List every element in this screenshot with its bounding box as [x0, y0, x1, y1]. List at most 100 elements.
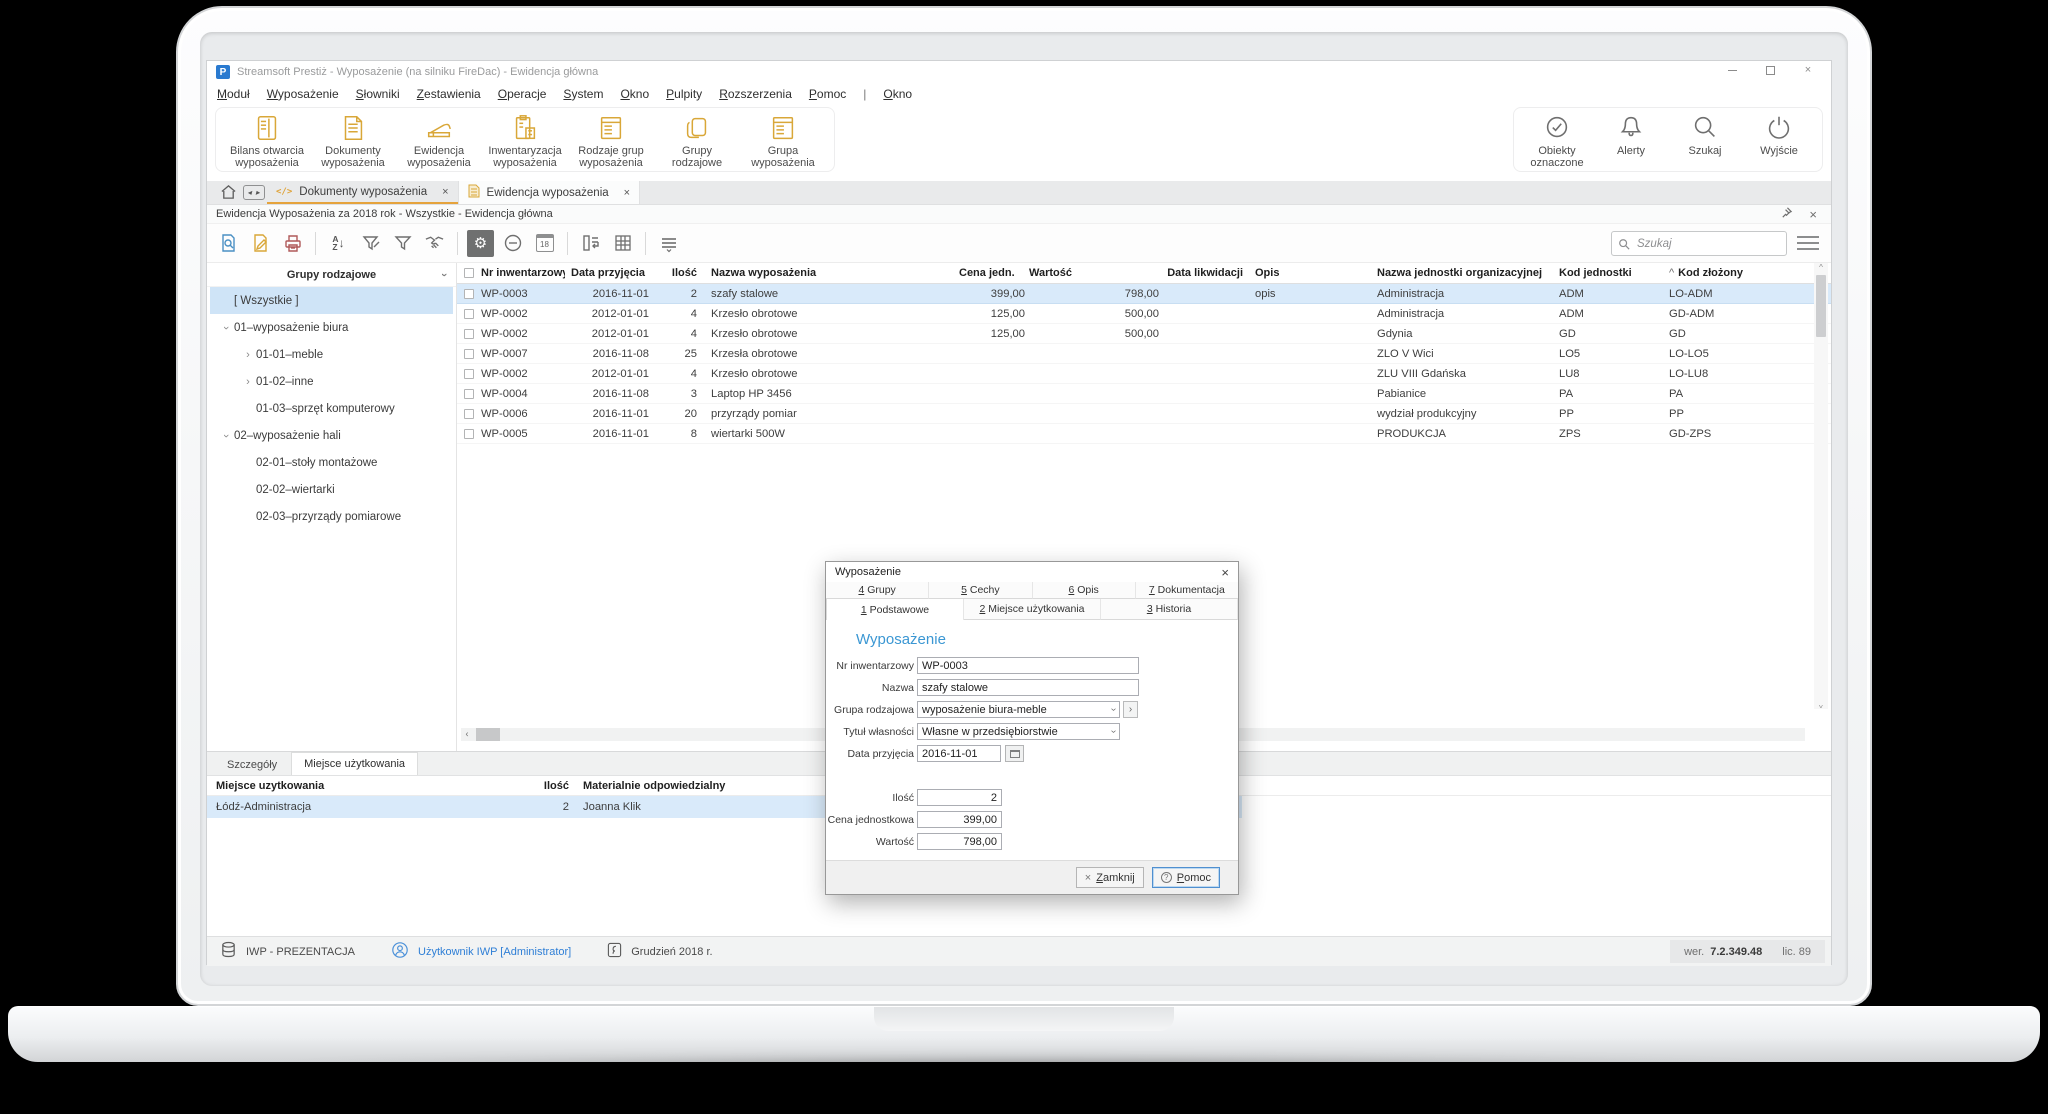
dialog-tab-historia[interactable]: 3 Historia: [1101, 599, 1238, 620]
nazwa-field[interactable]: [917, 679, 1139, 696]
column-header[interactable]: Cena jedn.: [959, 267, 1029, 279]
ribbon-button-dokumenty[interactable]: Dokumenty wyposażenia: [310, 112, 396, 169]
tree-item[interactable]: 01-03–sprzęt komputerowy: [210, 395, 453, 422]
column-header[interactable]: Wartość: [1029, 267, 1167, 279]
tree-expand-icon[interactable]: ›: [240, 376, 256, 388]
calendar-button[interactable]: 18: [531, 230, 558, 257]
ribbon-button-wyjscie[interactable]: Wyjście: [1744, 112, 1814, 157]
table-row[interactable]: WP-0002 2012-01-01 4 Krzesło obrotowe 125,00…: [457, 324, 1831, 344]
ribbon-button-ewidencja[interactable]: Ewidencja wyposażenia: [396, 112, 482, 169]
dialog-tab-miejsce-uzytkowania[interactable]: 2 Miejsce użytkowania: [964, 599, 1101, 620]
menu-item[interactable]: Operacje: [498, 87, 547, 101]
table-row[interactable]: WP-0003 2016-11-01 2 szafy stalowe 399,00 798…: [457, 284, 1831, 304]
handshake-button[interactable]: [421, 230, 448, 257]
tab-ewidencja-wyposazenia[interactable]: Ewidencja wyposażenia ×: [457, 180, 641, 204]
tab-scroll-button[interactable]: ◂ ▸: [241, 182, 267, 202]
tree-item[interactable]: [ Wszystkie ]: [210, 287, 453, 314]
current-user-link[interactable]: Użytkownik IWP [Administrator]: [418, 946, 571, 958]
menu-item[interactable]: Pulpity: [666, 87, 702, 101]
aggregate-button[interactable]: [655, 230, 682, 257]
scroll-left-icon[interactable]: ›: [461, 730, 473, 740]
menu-item[interactable]: Moduł: [217, 87, 250, 101]
ilosc-field[interactable]: [917, 789, 1002, 806]
tree-expand-icon[interactable]: ›: [220, 320, 232, 336]
ribbon-button-alerty[interactable]: Alerty: [1596, 112, 1666, 157]
tree-item[interactable]: › 01-01–meble: [210, 341, 453, 368]
grid-view-button[interactable]: [609, 230, 636, 257]
data-przyjecia-field[interactable]: [917, 745, 1001, 762]
tree-panel-header[interactable]: Grupy rodzajowe ›: [207, 263, 456, 287]
chevron-down-icon[interactable]: ›: [438, 273, 450, 277]
dialog-tab-grupy[interactable]: 4 Grupy: [826, 582, 930, 599]
column-header[interactable]: Ilość: [529, 780, 569, 792]
tab-dokumenty-wyposazenia[interactable]: </> Dokumenty wyposażenia ×: [267, 182, 458, 204]
row-checkbox[interactable]: [464, 388, 474, 399]
row-checkbox[interactable]: [464, 308, 474, 319]
view-options-button[interactable]: [1797, 234, 1819, 252]
tree-item[interactable]: 02-03–przyrządy pomiarowe: [210, 503, 453, 530]
calendar-picker-button[interactable]: [1005, 745, 1024, 762]
column-header[interactable]: ^ Kod złożony: [1669, 267, 1808, 279]
tree-expand-icon[interactable]: ›: [240, 349, 256, 361]
column-header[interactable]: Data likwidacji: [1167, 267, 1249, 279]
column-header[interactable]: Materialnie odpowiedzialny: [569, 780, 869, 792]
nr-inwentarzowy-field[interactable]: [917, 657, 1139, 674]
row-checkbox[interactable]: [464, 408, 474, 419]
row-checkbox[interactable]: [464, 288, 474, 299]
row-checkbox[interactable]: [464, 368, 474, 379]
menu-item[interactable]: Słowniki: [356, 87, 400, 101]
ribbon-button-grupa-wyposazenia[interactable]: Grupa wyposażenia: [740, 112, 826, 169]
menu-item[interactable]: Okno: [620, 87, 649, 101]
menu-item[interactable]: Wyposażenie: [267, 87, 339, 101]
column-layout-button[interactable]: [577, 230, 604, 257]
tab-miejsce-uzytkowania[interactable]: Miejsce użytkowania: [291, 752, 419, 775]
table-row[interactable]: WP-0002 2012-01-01 4 Krzesło obrotowe 125,00…: [457, 304, 1831, 324]
scroll-down-icon[interactable]: ^: [1819, 700, 1823, 709]
dialog-tab-dokumentacja[interactable]: 7 Dokumentacja: [1135, 582, 1238, 599]
maximize-button[interactable]: [1763, 63, 1777, 77]
tab-close-icon[interactable]: ×: [442, 186, 448, 198]
column-header[interactable]: Miejsce uzytkowania: [207, 780, 529, 792]
menu-item[interactable]: Okno: [883, 87, 912, 101]
table-row[interactable]: WP-0002 2012-01-01 4 Krzesło obrotowe ZLU VI…: [457, 364, 1831, 384]
table-row[interactable]: WP-0005 2016-11-01 8 wiertarki 500W PRODUKCJ…: [457, 424, 1831, 444]
close-panel-icon[interactable]: ×: [1809, 207, 1817, 222]
ribbon-button-rodzaje-grup[interactable]: Rodzaje grup wyposażenia: [568, 112, 654, 169]
sort-button[interactable]: AZ ↓: [325, 230, 352, 257]
column-header[interactable]: Kod jednostki: [1559, 267, 1669, 279]
vertical-scrollbar[interactable]: ^ ^: [1814, 263, 1828, 709]
search-input[interactable]: [1635, 236, 1765, 251]
remove-button[interactable]: [499, 230, 526, 257]
tree-item[interactable]: › 02–wyposażenie hali: [210, 422, 453, 449]
menu-item[interactable]: Zestawienia: [417, 87, 481, 101]
column-header[interactable]: Nazwa wyposażenia: [699, 267, 959, 279]
tree-expand-icon[interactable]: ›: [220, 428, 232, 444]
wartosc-field[interactable]: [917, 833, 1002, 850]
edit-document-button[interactable]: [247, 230, 274, 257]
dialog-tab-cechy[interactable]: 5 Cechy: [929, 582, 1033, 599]
ribbon-button-szukaj[interactable]: Szukaj: [1670, 112, 1740, 157]
column-header[interactable]: Opis: [1249, 267, 1377, 279]
row-checkbox[interactable]: [464, 328, 474, 339]
menu-item[interactable]: Pomoc: [809, 87, 846, 101]
scroll-up-icon[interactable]: ^: [1819, 263, 1823, 272]
menu-item[interactable]: System: [563, 87, 603, 101]
column-header[interactable]: Nazwa jednostki organizacyjnej: [1377, 267, 1559, 279]
table-row[interactable]: WP-0006 2016-11-01 20 przyrządy pomiar wydzi…: [457, 404, 1831, 424]
tab-close-icon[interactable]: ×: [624, 187, 630, 199]
tree-item[interactable]: › 01–wyposażenie biura: [210, 314, 453, 341]
column-header[interactable]: Data przyjęcia: [565, 267, 659, 279]
tree-item[interactable]: 02-02–wiertarki: [210, 476, 453, 503]
ribbon-button-grupy-rodzajowe[interactable]: Grupy rodzajowe: [654, 112, 740, 169]
settings-button[interactable]: ⚙: [467, 229, 494, 257]
column-header[interactable]: Ilość: [659, 267, 699, 279]
dialog-tab-podstawowe[interactable]: 1 Podstawowe: [826, 599, 964, 620]
grupa-more-button[interactable]: ›: [1123, 701, 1138, 718]
dialog-close-icon[interactable]: ×: [1221, 565, 1229, 580]
edit-filter-button[interactable]: [357, 230, 384, 257]
column-header[interactable]: Nr inwentarzowy: [481, 267, 565, 279]
select-all-checkbox[interactable]: [464, 268, 474, 278]
tree-item[interactable]: 02-01–stoły montażowe: [210, 449, 453, 476]
tab-szczegoly[interactable]: Szczegóły: [215, 754, 289, 775]
ribbon-button-obiekty-oznaczone[interactable]: Obiekty oznaczone: [1522, 112, 1592, 169]
